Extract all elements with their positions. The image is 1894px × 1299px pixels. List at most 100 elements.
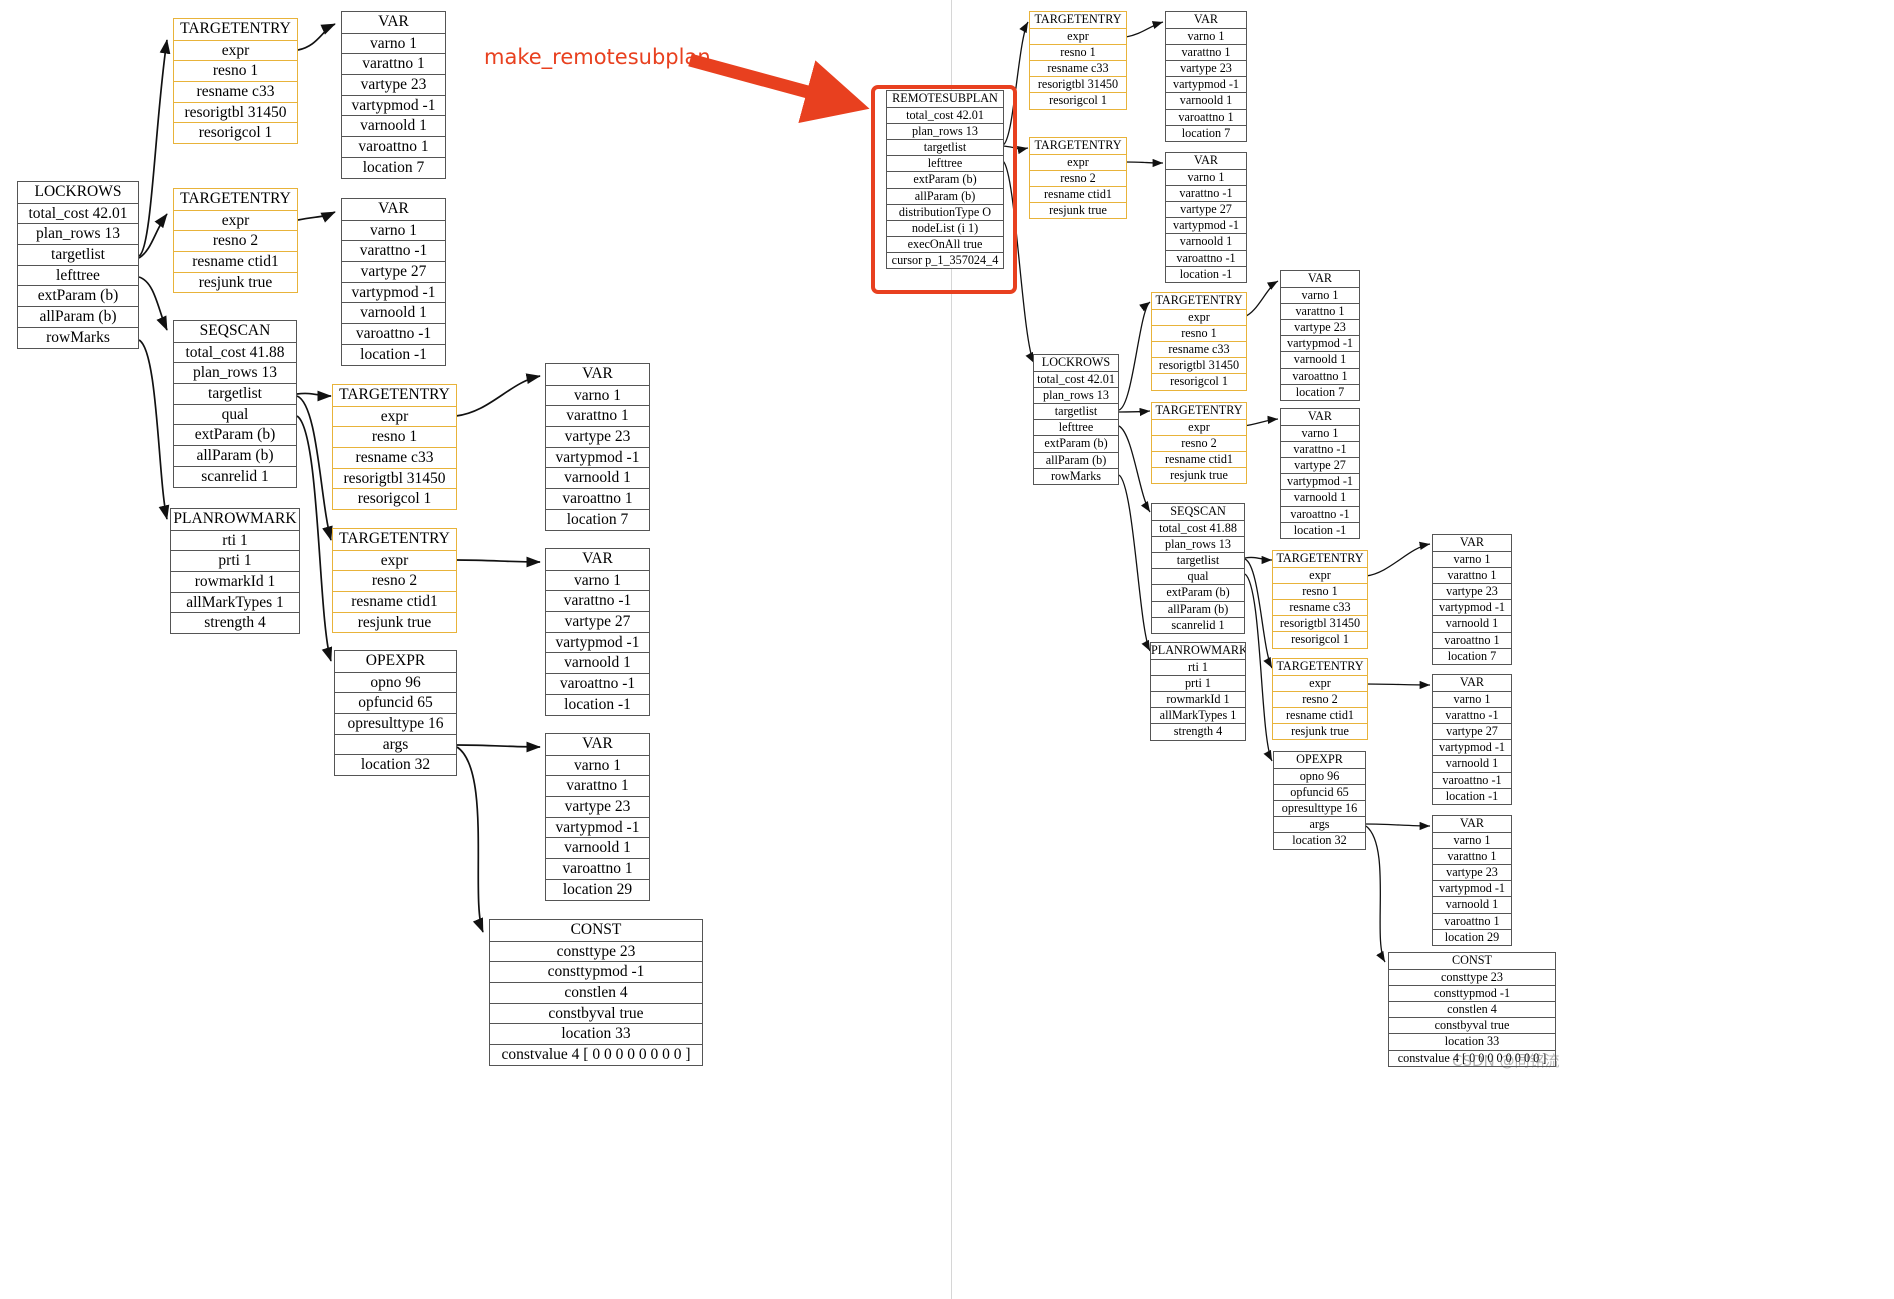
node-var-right-1[interactable]: VAR varno 1 varattno 1 vartype 23 vartyp…	[1165, 11, 1247, 142]
node-field: resorigtbl 31450	[1152, 357, 1246, 373]
node-targetentry-right-6[interactable]: TARGETENTRY expr resno 2 resname ctid1 r…	[1272, 658, 1368, 741]
node-field: vartypmod -1	[1433, 599, 1511, 615]
node-title: SEQSCAN	[199, 322, 271, 339]
node-seqscan-left[interactable]: SEQSCAN total_cost 41.88 plan_rows 13 ta…	[173, 320, 297, 488]
node-var-right-3[interactable]: VAR varno 1 varattno 1 vartype 23 vartyp…	[1280, 270, 1360, 401]
node-seqscan-right[interactable]: SEQSCAN total_cost 41.88 plan_rows 13 ta…	[1151, 503, 1245, 634]
node-field: rowMarks	[18, 326, 138, 348]
node-field: varnoold 1	[546, 467, 649, 488]
node-targetentry-right-1[interactable]: TARGETENTRY expr resno 1 resname c33 res…	[1029, 11, 1127, 110]
node-field: extParam (b)	[887, 171, 1003, 187]
annotation-arrow	[688, 53, 870, 124]
node-field: resorigcol 1	[1273, 631, 1367, 647]
node-title: TARGETENTRY	[339, 530, 450, 547]
node-field: opfuncid 65	[1274, 784, 1365, 800]
node-var-right-7[interactable]: VAR varno 1 varattno 1 vartype 23 vartyp…	[1432, 815, 1512, 946]
node-targetentry-right-4[interactable]: TARGETENTRY expr resno 2 resname ctid1 r…	[1151, 402, 1247, 485]
node-field: varoattno -1	[342, 323, 445, 344]
node-field: vartype 23	[1166, 60, 1246, 76]
node-title: VAR	[1193, 153, 1219, 167]
node-title: PLANROWMARK	[1151, 643, 1245, 657]
node-field: resjunk true	[333, 611, 456, 633]
node-field: varattno 1	[1433, 567, 1511, 583]
node-targetentry-right-3[interactable]: TARGETENTRY expr resno 1 resname c33 res…	[1151, 292, 1247, 391]
node-title: VAR	[1459, 675, 1485, 689]
node-var-left-1[interactable]: VAR varno 1 varattno 1 vartype 23 vartyp…	[341, 11, 446, 179]
node-field: extParam (b)	[18, 285, 138, 306]
node-field: vartypmod -1	[1433, 880, 1511, 896]
node-targetentry-left-4[interactable]: TARGETENTRY expr resno 2 resname ctid1 r…	[332, 528, 457, 634]
node-var-right-6[interactable]: VAR varno 1 varattno -1 vartype 27 varty…	[1432, 674, 1512, 805]
node-field: args	[1274, 816, 1365, 832]
node-title: TARGETENTRY	[1276, 551, 1364, 565]
node-targetentry-left-2[interactable]: TARGETENTRY expr resno 2 resname ctid1 r…	[173, 188, 298, 294]
node-field: varoattno 1	[1166, 108, 1246, 125]
node-field: resno 1	[1273, 583, 1367, 599]
node-field: varoattno -1	[1433, 771, 1511, 788]
node-title: VAR	[1307, 271, 1333, 285]
node-field: nodeList (i 1)	[887, 219, 1003, 236]
node-field: extParam (b)	[1034, 435, 1118, 451]
node-field: location 32	[1274, 832, 1365, 848]
node-targetentry-right-2[interactable]: TARGETENTRY expr resno 2 resname ctid1 r…	[1029, 137, 1127, 220]
node-field: varoattno 1	[1433, 912, 1511, 929]
node-field: constvalue 4 [ 0 0 0 0 0 0 0 0 ]	[490, 1044, 702, 1065]
node-lockrows-right[interactable]: LOCKROWS total_cost 42.01 plan_rows 13 t…	[1033, 354, 1119, 485]
node-var-left-5[interactable]: VAR varno 1 varattno 1 vartype 23 vartyp…	[545, 733, 650, 901]
node-targetentry-left-1[interactable]: TARGETENTRY expr resno 1 resname c33 res…	[173, 18, 298, 145]
node-title: TARGETENTRY	[339, 386, 450, 403]
node-opexpr-left[interactable]: OPEXPR opno 96 opfuncid 65 opresulttype …	[334, 650, 457, 777]
node-field: location -1	[546, 693, 649, 715]
node-field: extParam (b)	[1152, 584, 1244, 600]
node-var-left-3[interactable]: VAR varno 1 varattno 1 vartype 23 vartyp…	[545, 363, 650, 531]
node-field: location 29	[546, 878, 649, 900]
node-field: varoattno 1	[546, 858, 649, 879]
node-targetentry-right-5[interactable]: TARGETENTRY expr resno 1 resname c33 res…	[1272, 550, 1368, 649]
node-field: location 7	[546, 508, 649, 530]
node-field: resno 1	[333, 426, 456, 447]
node-field: resname c33	[333, 447, 456, 468]
node-const-left[interactable]: CONST consttype 23 consttypmod -1 constl…	[489, 919, 703, 1066]
node-field: vartype 23	[342, 74, 445, 95]
node-field: vartypmod -1	[1166, 217, 1246, 233]
node-targetentry-left-3[interactable]: TARGETENTRY expr resno 1 resname c33 res…	[332, 384, 457, 511]
node-opexpr-right[interactable]: OPEXPR opno 96 opfuncid 65 opresulttype …	[1273, 751, 1366, 850]
node-field: varnoold 1	[1281, 351, 1359, 367]
node-field: allParam (b)	[18, 306, 138, 327]
node-field: varnoold 1	[342, 115, 445, 136]
node-field: resorigcol 1	[1030, 92, 1126, 108]
node-field: consttypmod -1	[1389, 985, 1555, 1001]
node-field: rti 1	[1151, 659, 1245, 675]
node-field: varno 1	[342, 32, 445, 54]
node-planrowmark-right[interactable]: PLANROWMARK rti 1 prti 1 rowmarkId 1 all…	[1150, 642, 1246, 741]
node-field: varoattno 1	[1433, 631, 1511, 648]
node-var-left-2[interactable]: VAR varno 1 varattno -1 vartype 27 varty…	[341, 198, 446, 366]
node-field: resjunk true	[174, 271, 297, 293]
node-field: resjunk true	[1152, 467, 1246, 483]
node-var-right-5[interactable]: VAR varno 1 varattno 1 vartype 23 vartyp…	[1432, 534, 1512, 665]
node-var-left-4[interactable]: VAR varno 1 varattno -1 vartype 27 varty…	[545, 548, 650, 716]
node-field: vartype 27	[1166, 201, 1246, 217]
node-field: rowMarks	[1034, 467, 1118, 484]
node-title: TARGETENTRY	[1155, 403, 1243, 417]
node-field: opresulttype 16	[1274, 800, 1365, 816]
diagram-canvas: LOCKROWS total_cost 42.01 plan_rows 13 t…	[0, 0, 1894, 1299]
node-field: expr	[1152, 419, 1246, 435]
node-field: expr	[333, 549, 456, 571]
node-title: TARGETENTRY	[1034, 12, 1122, 26]
node-field: vartype 27	[1281, 457, 1359, 473]
node-var-right-2[interactable]: VAR varno 1 varattno -1 vartype 27 varty…	[1165, 152, 1247, 283]
node-remotesubplan[interactable]: REMOTESUBPLAN total_cost 42.01 plan_rows…	[886, 90, 1004, 270]
node-field: targetlist	[1034, 403, 1118, 419]
node-field: vartype 27	[1433, 723, 1511, 739]
node-field: strength 4	[1151, 723, 1245, 739]
node-planrowmark-left[interactable]: PLANROWMARK rti 1 prti 1 rowmarkId 1 all…	[170, 508, 300, 635]
node-title: TARGETENTRY	[1276, 659, 1364, 673]
node-title: VAR	[1193, 12, 1219, 26]
node-lockrows-left[interactable]: LOCKROWS total_cost 42.01 plan_rows 13 t…	[17, 181, 139, 349]
node-field: varnoold 1	[1166, 92, 1246, 108]
node-var-right-4[interactable]: VAR varno 1 varattno -1 vartype 27 varty…	[1280, 408, 1360, 539]
node-field: varattno -1	[342, 240, 445, 261]
node-field: location 7	[1281, 383, 1359, 400]
node-field: resname ctid1	[1030, 186, 1126, 202]
